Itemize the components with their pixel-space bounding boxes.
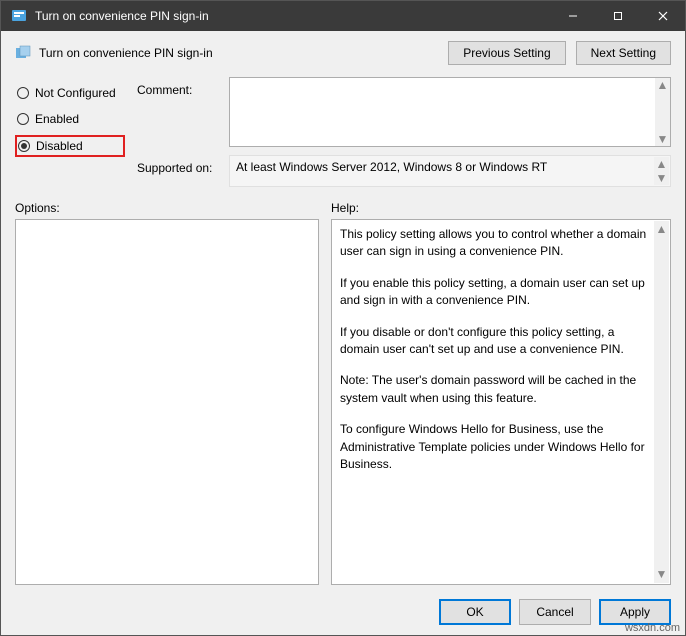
radio-icon bbox=[17, 113, 29, 125]
ok-button[interactable]: OK bbox=[439, 599, 511, 625]
radio-enabled[interactable]: Enabled bbox=[15, 109, 125, 129]
header-row: Turn on convenience PIN sign-in Previous… bbox=[1, 31, 685, 69]
mid-labels: Options: Help: bbox=[1, 187, 685, 219]
radio-icon bbox=[17, 87, 29, 99]
scrollbar[interactable]: ▲▼ bbox=[655, 78, 670, 146]
help-text: To configure Windows Hello for Business,… bbox=[340, 421, 650, 473]
radio-label: Disabled bbox=[36, 139, 83, 153]
comment-input[interactable] bbox=[229, 77, 671, 147]
supported-label: Supported on: bbox=[137, 155, 225, 187]
policy-icon bbox=[11, 8, 27, 24]
dialog-buttons: OK Cancel Apply bbox=[1, 591, 685, 635]
help-text: If you disable or don't configure this p… bbox=[340, 324, 650, 359]
options-label: Options: bbox=[15, 201, 319, 215]
titlebar: Turn on convenience PIN sign-in bbox=[1, 1, 685, 31]
window-title: Turn on convenience PIN sign-in bbox=[35, 9, 550, 23]
scrollbar[interactable]: ▲▼ bbox=[654, 221, 669, 583]
supported-on-box: At least Windows Server 2012, Windows 8 … bbox=[229, 155, 671, 187]
radio-label: Enabled bbox=[35, 112, 79, 126]
maximize-button[interactable] bbox=[595, 1, 640, 31]
policy-item-icon bbox=[15, 45, 31, 61]
help-text: Note: The user's domain password will be… bbox=[340, 372, 650, 407]
cancel-button[interactable]: Cancel bbox=[519, 599, 591, 625]
options-panel bbox=[15, 219, 319, 585]
radio-icon bbox=[18, 140, 30, 152]
previous-setting-button[interactable]: Previous Setting bbox=[448, 41, 565, 65]
radio-not-configured[interactable]: Not Configured bbox=[15, 83, 125, 103]
supported-on-text: At least Windows Server 2012, Windows 8 … bbox=[236, 160, 547, 174]
help-text: If you enable this policy setting, a dom… bbox=[340, 275, 650, 310]
help-panel: This policy setting allows you to contro… bbox=[331, 219, 671, 585]
radio-label: Not Configured bbox=[35, 86, 116, 100]
radio-disabled[interactable]: Disabled bbox=[15, 135, 125, 157]
comment-label: Comment: bbox=[137, 77, 225, 147]
page-title: Turn on convenience PIN sign-in bbox=[39, 46, 440, 60]
help-text: This policy setting allows you to contro… bbox=[340, 226, 650, 261]
scrollbar[interactable]: ▲▼ bbox=[654, 157, 669, 185]
help-label: Help: bbox=[331, 201, 359, 215]
policy-dialog: Turn on convenience PIN sign-in Turn on … bbox=[0, 0, 686, 636]
close-button[interactable] bbox=[640, 1, 685, 31]
source-watermark: wsxdn.com bbox=[625, 622, 680, 634]
minimize-button[interactable] bbox=[550, 1, 595, 31]
panels: This policy setting allows you to contro… bbox=[1, 219, 685, 591]
config-area: Not Configured Enabled Disabled Comment:… bbox=[1, 69, 685, 187]
next-setting-button[interactable]: Next Setting bbox=[576, 41, 671, 65]
